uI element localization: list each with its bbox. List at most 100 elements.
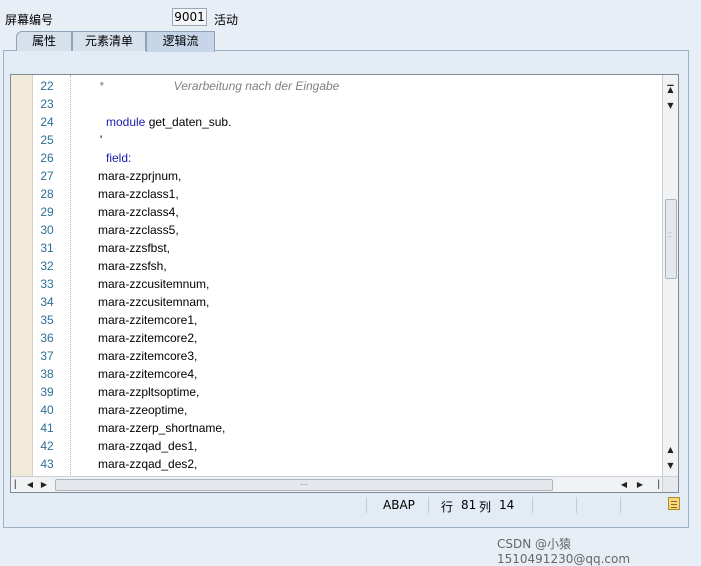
code-text: mara-zzclass4, <box>98 205 179 219</box>
scroll-corner <box>662 476 678 492</box>
code-text: mara-zzeoptime, <box>98 403 188 417</box>
code-text: module get_daten_sub. <box>106 115 232 129</box>
line-number: 33 <box>40 277 54 291</box>
scroll-right-icon[interactable]: ▶ <box>37 477 51 492</box>
code-line: 35 mara-zzitemcore1, <box>11 311 661 329</box>
status-separator <box>428 497 429 513</box>
code-text: mara-zzpltsoptime, <box>98 385 200 399</box>
line-number: 40 <box>40 403 54 417</box>
line-number: 43 <box>40 457 54 471</box>
status-separator <box>532 497 533 513</box>
code-line: 36 mara-zzitemcore2, <box>11 329 661 347</box>
tab-flow-logic[interactable]: 逻辑流 <box>146 31 215 52</box>
grip-icon: ⁚⁚ <box>668 232 672 239</box>
code-line: 40 mara-zzeoptime, <box>11 401 661 419</box>
code-text: mara-zzqad_des1, <box>98 439 198 453</box>
code-line: 28 mara-zzclass1, <box>11 185 661 203</box>
code-line: 37 mara-zzitemcore3, <box>11 347 661 365</box>
code-editor[interactable]: 22 * Verarbeitung nach der Eingabe 23 24 mod… <box>10 74 679 493</box>
code-line: 25 ' <box>11 131 661 149</box>
code-text: mara-zzitemcore3, <box>98 349 198 363</box>
scroll-down-bottom-icon[interactable]: ▼ <box>664 459 677 472</box>
status-separator <box>576 497 577 513</box>
code-text: mara-zzitemcore2, <box>98 331 198 345</box>
vertical-scrollbar[interactable]: ▁ ▲ ▼ ⁚⁚ ▲ ▼ <box>662 75 678 479</box>
code-line: 23 <box>11 95 661 113</box>
horizontal-scroll-thumb[interactable]: ⋯ <box>55 479 553 491</box>
code-text: field: <box>106 151 132 165</box>
tab-element-list[interactable]: 元素清单 <box>72 31 146 51</box>
code-text: mara-zzprjnum, <box>98 169 182 183</box>
code-text: mara-zzsfsh, <box>98 259 167 273</box>
code-line: 38 mara-zzitemcore4, <box>11 365 661 383</box>
vertical-scroll-thumb[interactable]: ⁚⁚ <box>665 199 677 279</box>
line-number: 26 <box>40 151 54 165</box>
line-number: 23 <box>40 97 54 111</box>
screen-number-label: 屏幕编号 <box>5 13 54 27</box>
line-number: 39 <box>40 385 54 399</box>
status-separator <box>620 497 621 513</box>
code-line: 39 mara-zzpltsoptime, <box>11 383 661 401</box>
code-line: 42 mara-zzqad_des1, <box>11 437 661 455</box>
col-value: 14 <box>499 498 515 512</box>
code-text: mara-zzcusitemnam, <box>98 295 210 309</box>
code-text: mara-zzerp_shortname, <box>98 421 226 435</box>
code-text: mara-zzitemcore1, <box>98 313 198 327</box>
note-icon[interactable] <box>668 497 680 510</box>
line-number: 24 <box>40 115 54 129</box>
code-line: 26 field: <box>11 149 661 167</box>
code-text: mara-zzsfbst, <box>98 241 171 255</box>
code-text: mara-zzclass5, <box>98 223 179 237</box>
tab-attributes[interactable]: 属性 <box>16 31 72 51</box>
watermark: CSDN @小猿 1510491230@qq.com <box>497 537 631 566</box>
line-number: 29 <box>40 205 54 219</box>
horizontal-scrollbar[interactable]: ▏ ◀ ▶ ⋯ ◀ ▶ ▕ <box>11 476 665 492</box>
code-line: 34 mara-zzcusitemnam, <box>11 293 661 311</box>
code-text: mara-zzitemcore4, <box>98 367 198 381</box>
line-number: 30 <box>40 223 54 237</box>
code-line: 24 module get_daten_sub. <box>11 113 661 131</box>
scroll-left-end-icon[interactable]: ◀ <box>617 477 631 492</box>
screen-number-field[interactable]: 9001 <box>172 8 207 26</box>
status-text: 活动 <box>214 13 239 27</box>
row-value: 81 <box>461 498 477 512</box>
code-line: 43 mara-zzqad_des2, <box>11 455 661 473</box>
code-line: 41 mara-zzerp_shortname, <box>11 419 661 437</box>
scroll-left-icon[interactable]: ◀ <box>23 477 37 492</box>
scroll-last-icon[interactable]: ▕ <box>649 477 663 492</box>
line-number: 34 <box>40 295 54 309</box>
code-line: 27 mara-zzprjnum, <box>11 167 661 185</box>
scroll-down-icon[interactable]: ▼ <box>664 99 677 112</box>
code-text: mara-zzqad_des2, <box>98 457 198 471</box>
line-number: 35 <box>40 313 54 327</box>
code-text: mara-zzclass1, <box>98 187 179 201</box>
code-text: * Verarbeitung nach der Eingabe <box>99 79 340 93</box>
line-number: 28 <box>40 187 54 201</box>
grip-icon: ⋯ <box>300 480 308 489</box>
code-line: 33 mara-zzcusitemnum, <box>11 275 661 293</box>
code-text: mara-zzcusitemnum, <box>98 277 210 291</box>
code-text: ' <box>100 133 103 147</box>
line-number: 38 <box>40 367 54 381</box>
line-number: 27 <box>40 169 54 183</box>
code-line: 32 mara-zzsfsh, <box>11 257 661 275</box>
col-label: 列 <box>479 500 492 514</box>
line-number: 42 <box>40 439 54 453</box>
line-number: 25 <box>40 133 54 147</box>
code-line: 22 * Verarbeitung nach der Eingabe <box>11 77 661 95</box>
scroll-right-end-icon[interactable]: ▶ <box>633 477 647 492</box>
line-number: 31 <box>40 241 54 255</box>
code-line: 30 mara-zzclass5, <box>11 221 661 239</box>
line-number: 41 <box>40 421 54 435</box>
line-number: 37 <box>40 349 54 363</box>
line-number: 36 <box>40 331 54 345</box>
status-bar: ABAP 行 81 列 14 <box>10 494 685 516</box>
status-separator <box>366 497 367 513</box>
code-line: 31 mara-zzsfbst, <box>11 239 661 257</box>
scroll-up-icon[interactable]: ▲ <box>664 83 677 96</box>
scroll-up-bottom-icon[interactable]: ▲ <box>664 443 677 456</box>
code-line: 29 mara-zzclass4, <box>11 203 661 221</box>
language-indicator: ABAP <box>383 498 415 512</box>
row-label: 行 <box>441 500 454 514</box>
line-number: 22 <box>40 79 54 93</box>
